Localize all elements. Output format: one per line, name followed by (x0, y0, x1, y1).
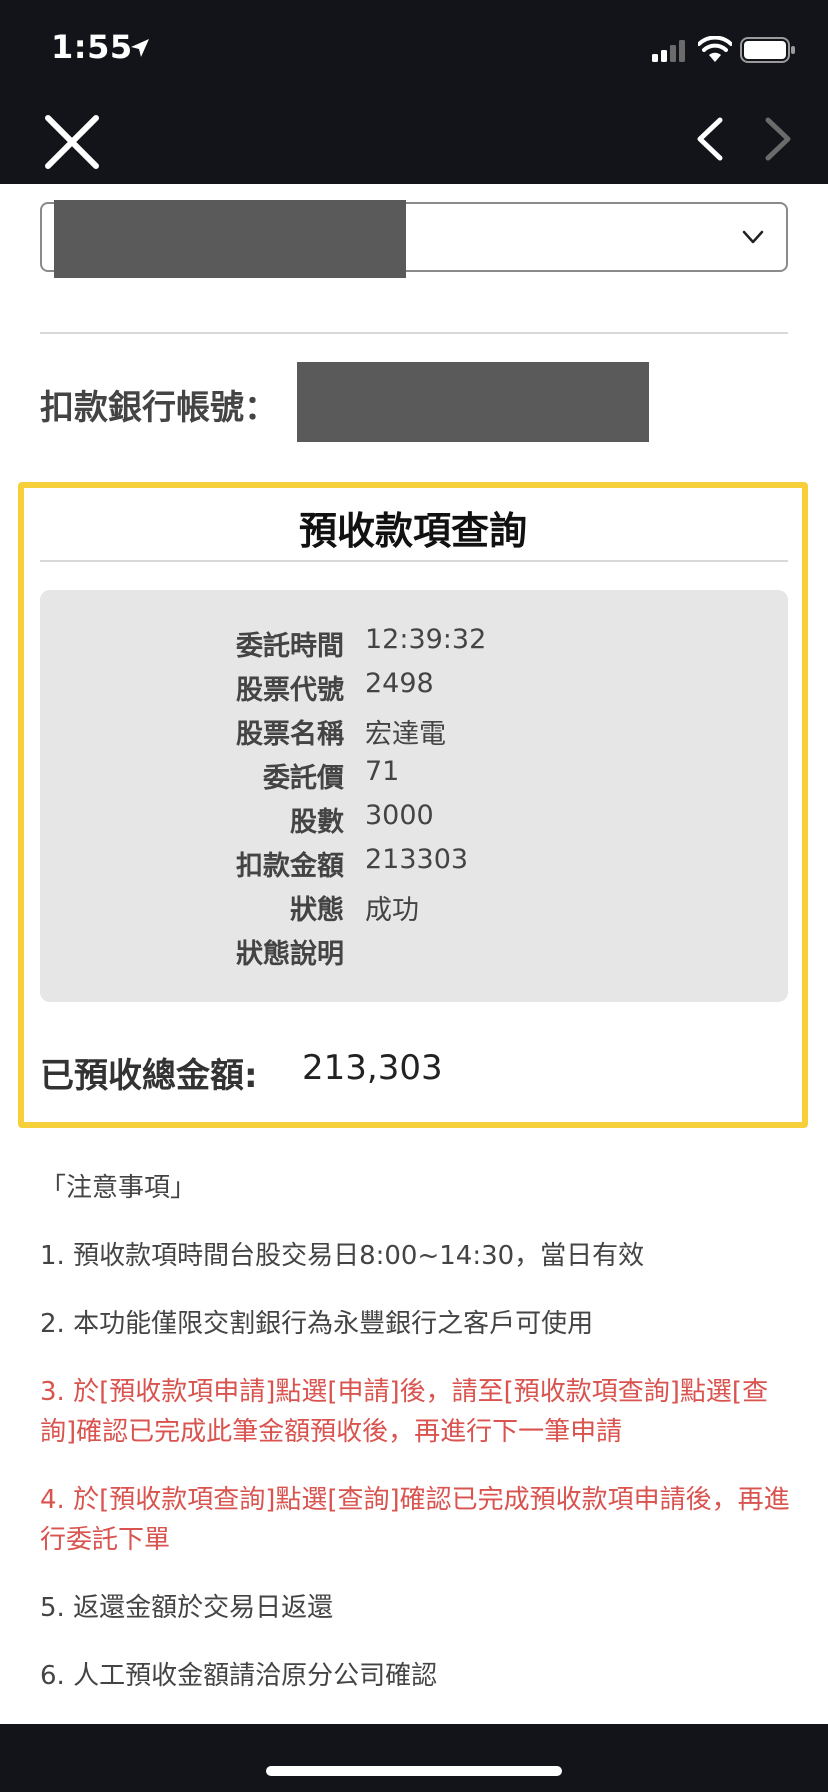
detail-row: 狀態說明 (40, 932, 788, 976)
detail-value: 2498 (365, 668, 434, 699)
note-item: 5. 返還金額於交易日返還 (40, 1593, 334, 1623)
wifi-icon (698, 36, 732, 62)
detail-label: 委託價 (263, 763, 344, 794)
chevron-right-icon[interactable] (756, 114, 800, 164)
detail-row: 委託時間 12:39:32 (40, 624, 788, 668)
account-select[interactable] (40, 200, 788, 278)
detail-value: 宏達電 (365, 719, 446, 750)
battery-icon (740, 37, 795, 63)
chevron-left-icon[interactable] (688, 114, 732, 164)
bank-account-label: 扣款銀行帳號： (40, 388, 278, 428)
detail-label: 股票名稱 (236, 719, 344, 750)
detail-row: 股數 3000 (40, 800, 788, 844)
detail-row: 扣款金額 213303 (40, 844, 788, 888)
note-item: 6. 人工預收金額請洽原分公司確認 (40, 1661, 438, 1691)
status-time: 1:55 (51, 28, 133, 66)
redacted-bank-account (297, 362, 649, 442)
note-item: 1. 預收款項時間台股交易日8:00~14:30，當日有效 (40, 1241, 645, 1271)
main-content: 扣款銀行帳號： 預收款項查詢 委託時間 12:39:32 股票代號 2498 股… (0, 184, 828, 1724)
redacted-account (54, 200, 406, 278)
note-item-warning: 4. 於[預收款項查詢]點選[查詢]確認已完成預收款項申請後，再進行委託下單 (40, 1485, 790, 1555)
divider (40, 332, 788, 334)
location-arrow-icon (131, 39, 149, 57)
detail-label: 扣款金額 (236, 851, 344, 882)
detail-label: 股數 (290, 807, 344, 838)
chevron-down-icon (742, 230, 764, 244)
cellular-signal-icon (652, 40, 685, 62)
prepayment-query-card: 預收款項查詢 委託時間 12:39:32 股票代號 2498 股票名稱 宏達電 … (18, 482, 808, 1128)
note-item: 2. 本功能僅限交割銀行為永豐銀行之客戶可使用 (40, 1309, 594, 1339)
detail-value: 12:39:32 (365, 624, 487, 655)
detail-label: 狀態 (290, 895, 344, 926)
detail-value: 71 (365, 756, 400, 787)
notes-header: 「注意事項」 (40, 1173, 197, 1203)
detail-row: 狀態 成功 (40, 888, 788, 932)
detail-row: 委託價 71 (40, 756, 788, 800)
close-icon[interactable] (44, 114, 100, 170)
detail-row: 股票名稱 宏達電 (40, 712, 788, 756)
detail-value: 成功 (365, 895, 419, 926)
detail-label: 狀態說明 (236, 939, 344, 970)
note-item-warning: 3. 於[預收款項申請]點選[申請]後，請至[預收款項查詢]點選[查詢]確認已完… (40, 1377, 769, 1447)
detail-label: 委託時間 (236, 631, 344, 662)
nav-bar (0, 92, 828, 184)
home-bar (0, 1724, 828, 1792)
status-bar: 1:55 (0, 0, 828, 92)
detail-value: 213303 (365, 844, 469, 875)
detail-row: 股票代號 2498 (40, 668, 788, 712)
divider (40, 560, 788, 562)
total-amount-value: 213,303 (302, 1048, 443, 1088)
detail-value: 3000 (365, 800, 434, 831)
home-indicator[interactable] (266, 1766, 562, 1776)
total-amount-label: 已預收總金額: (40, 1056, 258, 1096)
query-detail-panel: 委託時間 12:39:32 股票代號 2498 股票名稱 宏達電 委託價 71 … (40, 590, 788, 1002)
detail-label: 股票代號 (236, 675, 344, 706)
query-title: 預收款項查詢 (298, 509, 527, 553)
